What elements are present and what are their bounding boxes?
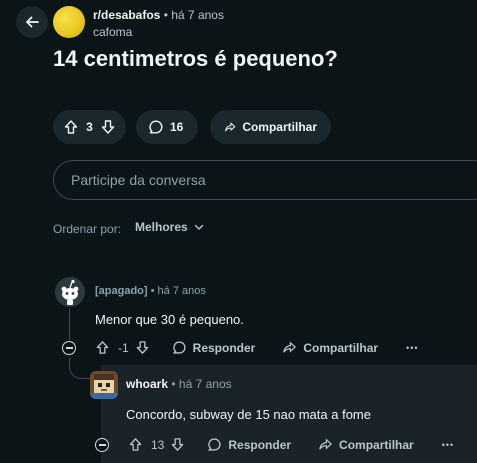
share-icon [225, 122, 236, 132]
share-label: Compartilhar [242, 120, 317, 134]
comment-icon [208, 438, 221, 451]
upvote-icon[interactable] [63, 119, 79, 135]
sort-dropdown[interactable]: Melhores [135, 220, 204, 234]
subreddit-link[interactable]: r/desabafos [93, 8, 160, 22]
comment-header: [apagado] • há 7 anos [95, 285, 206, 297]
meta-separator: • [163, 8, 168, 22]
comment-score: -1 [118, 340, 129, 355]
collapse-thread-button[interactable] [95, 438, 109, 452]
more-options-icon[interactable]: ••• [442, 440, 454, 450]
reply-label: Responder [228, 437, 292, 452]
downvote-icon[interactable] [100, 119, 116, 135]
upvote-icon[interactable] [95, 340, 110, 355]
avatar[interactable] [55, 277, 85, 307]
downvote-icon[interactable] [170, 437, 185, 452]
reply-label: Responder [192, 340, 256, 355]
share-icon [283, 341, 297, 353]
comment-author: [apagado] [95, 285, 148, 297]
meta-separator: • [150, 285, 155, 297]
more-options-icon[interactable]: ••• [406, 343, 418, 353]
thread-line [69, 308, 70, 340]
comments-button[interactable]: 16 [136, 110, 198, 144]
post-time: há 7 anos [171, 8, 224, 22]
reply-connector [69, 358, 91, 379]
share-label: Compartilhar [303, 340, 379, 355]
comment-count: 16 [170, 120, 184, 134]
post-meta: r/desabafos • há 7 anos [93, 8, 224, 22]
post-author[interactable]: cafoma [93, 25, 132, 39]
arrow-left-icon [26, 16, 39, 28]
comment-icon [172, 341, 186, 354]
back-button[interactable] [16, 6, 48, 38]
reply-button[interactable]: Responder [207, 437, 291, 452]
comment-actions: 13 Responder Compartilhar ••• [128, 437, 454, 452]
vote-control: 3 [53, 110, 126, 144]
comment-body: Concordo, subway de 15 nao mata a fome [126, 407, 371, 422]
sort-label: Ordenar por: [53, 222, 122, 236]
user-avatar-icon [90, 371, 118, 399]
meta-separator: • [171, 377, 176, 391]
comment-header: whoark • há 7 anos [126, 377, 232, 391]
comment-score: 13 [151, 437, 165, 452]
share-button[interactable]: Compartilhar [282, 340, 378, 355]
reply-button[interactable]: Responder [172, 340, 256, 355]
comment-icon [149, 120, 163, 134]
snoo-avatar-icon [55, 277, 85, 307]
avatar[interactable] [90, 371, 118, 399]
comment-input[interactable]: Participe da conversa [53, 160, 477, 200]
comment-time: há 7 anos [178, 377, 232, 391]
share-button[interactable]: Compartilhar [318, 437, 414, 452]
post-score: 3 [86, 120, 93, 134]
chevron-down-icon [194, 224, 203, 230]
comment-body: Menor que 30 é pequeno. [95, 312, 244, 327]
subreddit-avatar[interactable] [53, 6, 85, 38]
share-button[interactable]: Compartilhar [210, 110, 331, 144]
comment-time: há 7 anos [157, 285, 206, 297]
collapse-thread-button[interactable] [62, 341, 76, 355]
upvote-icon[interactable] [128, 437, 143, 452]
sort-value: Melhores [135, 220, 188, 234]
post-title: 14 centimetros é pequeno? [53, 46, 338, 71]
comment-author[interactable]: whoark [126, 377, 168, 391]
share-icon [319, 438, 333, 450]
share-label: Compartilhar [339, 437, 414, 452]
comment-actions: -1 Responder Compartilhar ••• [95, 340, 419, 355]
downvote-icon[interactable] [135, 340, 150, 355]
